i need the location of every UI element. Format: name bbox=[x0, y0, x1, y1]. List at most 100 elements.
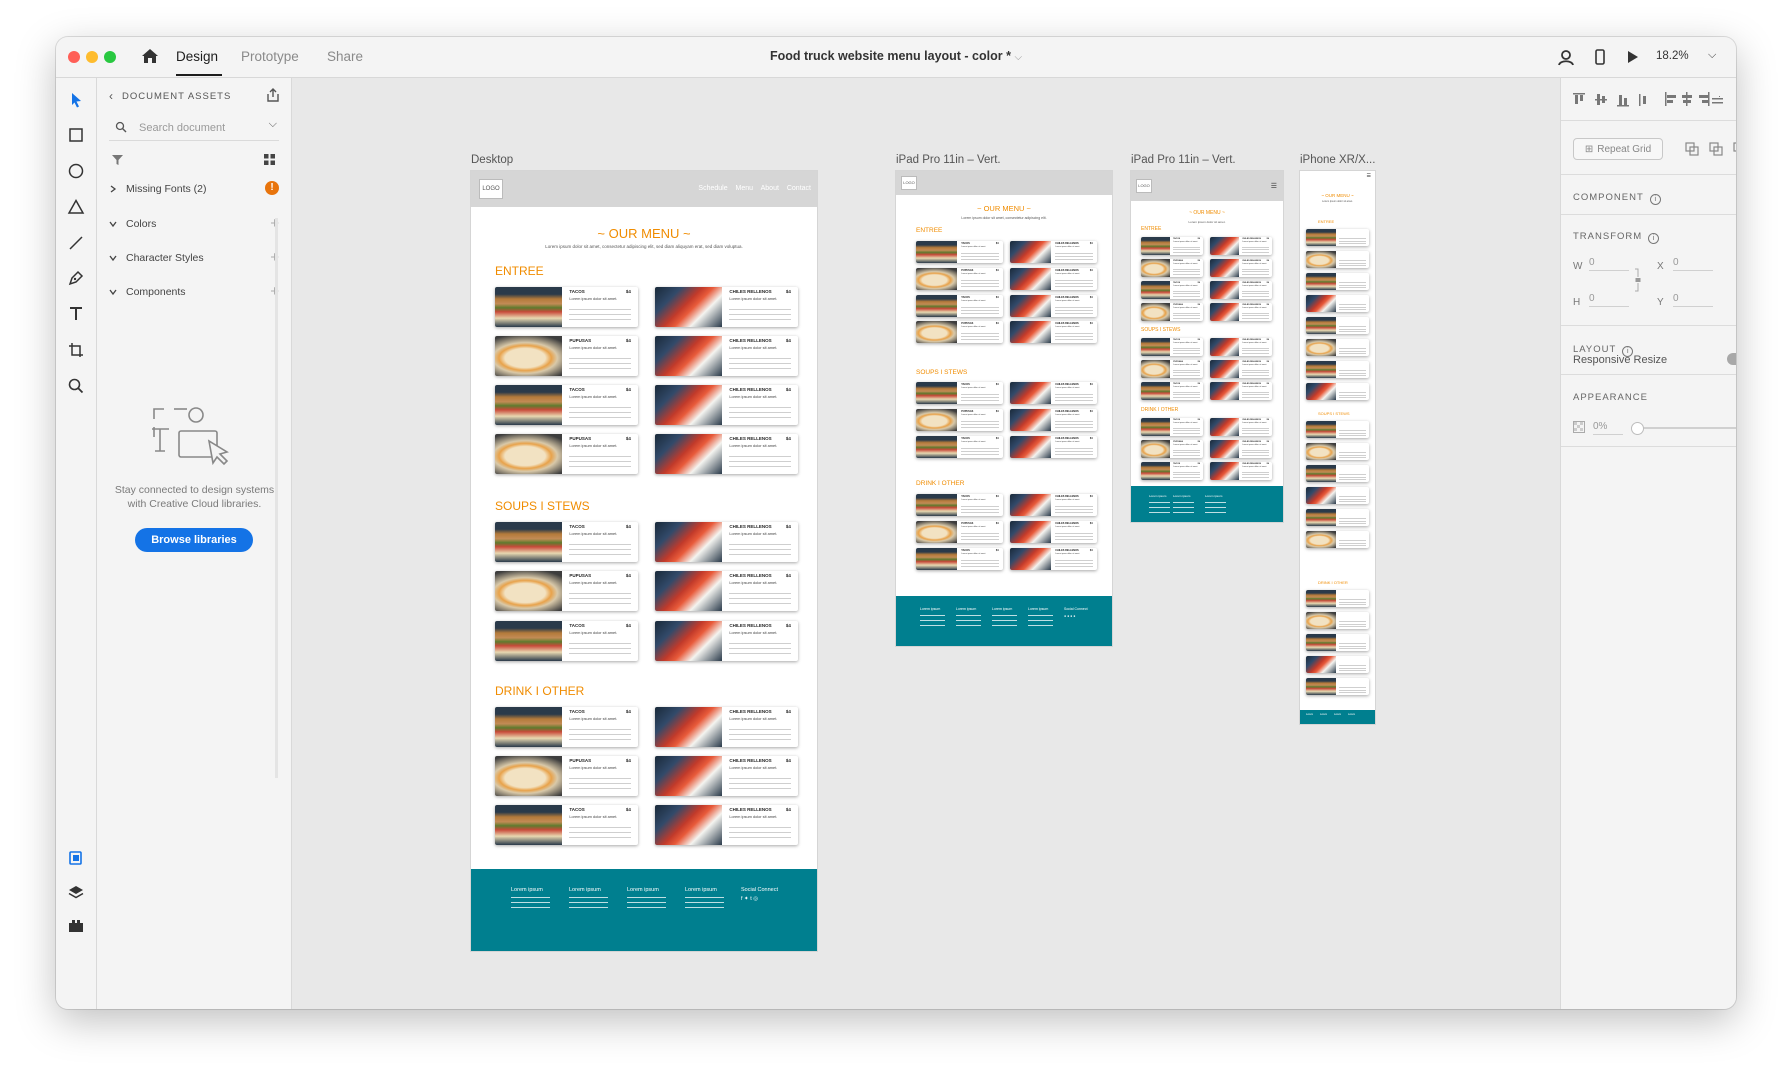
height-field[interactable]: 0 bbox=[1589, 293, 1629, 307]
missing-fonts-row[interactable]: Missing Fonts (2) ! bbox=[109, 181, 279, 199]
menu-item-card[interactable]: TACOS $4 Lorem ipsum dolor sit amet. bbox=[1141, 237, 1203, 255]
browse-libraries-button[interactable]: Browse libraries bbox=[135, 528, 253, 552]
polygon-tool-icon[interactable] bbox=[66, 197, 86, 217]
menu-item-card[interactable] bbox=[1306, 487, 1369, 504]
menu-item-card[interactable]: CHILES RELLENOS $4 Lorem ipsum dolor sit a… bbox=[1210, 462, 1272, 480]
opacity-field[interactable]: 0% bbox=[1593, 421, 1623, 435]
menu-item-card[interactable]: CHILES RELLENOS $4 Lorem ipsum dolor sit a… bbox=[655, 522, 798, 562]
menu-item-card[interactable]: CHILES RELLENOS $4 Lorem ipsum dolor sit a… bbox=[655, 707, 798, 747]
menu-item-card[interactable]: TACOS $4 Lorem ipsum dolor sit amet. bbox=[495, 621, 638, 661]
rectangle-tool-icon[interactable] bbox=[66, 125, 86, 145]
pen-tool-icon[interactable] bbox=[66, 268, 86, 288]
opacity-slider-knob[interactable] bbox=[1631, 422, 1644, 435]
menu-item-card[interactable]: PUPUSAS $4 Lorem ipsum dolor sit amet. bbox=[1141, 259, 1203, 277]
x-field[interactable]: 0 bbox=[1673, 257, 1713, 271]
menu-item-card[interactable] bbox=[1306, 443, 1369, 460]
menu-item-card[interactable]: CHILES RELLENOS $4 Lorem ipsum dolor sit a… bbox=[1210, 382, 1272, 400]
select-tool-icon[interactable] bbox=[66, 90, 86, 110]
zoom-chevron-icon[interactable]: ⌵ bbox=[1708, 49, 1716, 62]
document-title[interactable]: Food truck website menu layout - color *… bbox=[756, 49, 1036, 63]
artboard-label[interactable]: iPad Pro 11in – Vert. bbox=[1131, 154, 1236, 166]
menu-item-card[interactable] bbox=[1306, 634, 1369, 651]
y-field[interactable]: 0 bbox=[1673, 293, 1713, 307]
menu-item-card[interactable] bbox=[1306, 612, 1369, 629]
lock-aspect-icon[interactable] bbox=[1634, 268, 1642, 292]
menu-item-card[interactable]: TACOS $4 Lorem ipsum dolor sit amet. bbox=[916, 436, 1003, 458]
menu-item-card[interactable]: CHILES RELLENOS $4 Lorem ipsum dolor sit a… bbox=[1010, 295, 1097, 317]
menu-item-card[interactable]: CHILES RELLENOS $4 Lorem ipsum dolor sit a… bbox=[655, 805, 798, 845]
mobile-preview-icon[interactable] bbox=[1590, 47, 1610, 67]
menu-item-card[interactable] bbox=[1306, 339, 1369, 356]
menu-item-card[interactable]: CHILES RELLENOS $4 Lorem ipsum dolor sit a… bbox=[655, 571, 798, 611]
menu-item-card[interactable]: CHILES RELLENOS $4 Lorem ipsum dolor sit a… bbox=[1010, 382, 1097, 404]
menu-item-card[interactable]: CHILES RELLENOS $4 Lorem ipsum dolor sit a… bbox=[1010, 268, 1097, 290]
menu-item-card[interactable]: CHILES RELLENOS $4 Lorem ipsum dolor sit a… bbox=[1010, 521, 1097, 543]
grid-view-icon[interactable] bbox=[263, 153, 276, 166]
user-icon[interactable] bbox=[1556, 47, 1576, 67]
assets-panel-icon[interactable] bbox=[66, 848, 86, 868]
zoom-level[interactable]: 18.2% bbox=[1656, 50, 1689, 62]
menu-item-card[interactable]: CHILES RELLENOS $4 Lorem ipsum dolor sit a… bbox=[1010, 494, 1097, 516]
menu-item-card[interactable]: TACOS $4 Lorem ipsum dolor sit amet. bbox=[495, 287, 638, 327]
menu-item-card[interactable]: PUPUSAS $4 Lorem ipsum dolor sit amet. bbox=[495, 571, 638, 611]
menu-item-card[interactable] bbox=[1306, 361, 1369, 378]
search-input[interactable] bbox=[139, 120, 249, 136]
design-canvas[interactable]: Desktop LOGO Schedule Menu About Contact ~ … bbox=[292, 78, 1559, 1009]
back-chevron-icon[interactable]: ‹ bbox=[109, 89, 113, 103]
artboard-label[interactable]: iPad Pro 11in – Vert. bbox=[896, 154, 1001, 166]
info-icon[interactable]: i bbox=[1649, 194, 1661, 205]
boolean-operations-icon[interactable] bbox=[1685, 141, 1736, 157]
plugins-icon[interactable] bbox=[66, 916, 86, 936]
menu-item-card[interactable] bbox=[1306, 229, 1369, 246]
menu-item-card[interactable]: PUPUSAS $4 Lorem ipsum dolor sit amet. bbox=[1141, 303, 1203, 321]
menu-item-card[interactable]: CHILES RELLENOS $4 Lorem ipsum dolor sit a… bbox=[655, 621, 798, 661]
layers-icon[interactable] bbox=[66, 883, 86, 903]
menu-item-card[interactable]: CHILES RELLENOS $4 Lorem ipsum dolor sit a… bbox=[1210, 259, 1272, 277]
menu-item-card[interactable] bbox=[1306, 273, 1369, 290]
menu-item-card[interactable]: CHILES RELLENOS $4 Lorem ipsum dolor sit a… bbox=[655, 336, 798, 376]
artboard-label[interactable]: Desktop bbox=[471, 154, 513, 166]
components-section[interactable]: Components + bbox=[109, 283, 279, 302]
zoom-tool-icon[interactable] bbox=[66, 376, 86, 396]
responsive-resize-toggle[interactable] bbox=[1727, 353, 1736, 365]
menu-item-card[interactable]: TACOS $4 Lorem ipsum dolor sit amet. bbox=[916, 295, 1003, 317]
play-icon[interactable] bbox=[1622, 47, 1642, 67]
artboard-1[interactable]: LOGO Schedule Menu About Contact ~ OUR MEN… bbox=[471, 171, 817, 951]
artboard-3[interactable]: LOGO ☰ ~ OUR MENU ~ Lorem ipsum dolor sit a… bbox=[1131, 171, 1283, 522]
menu-item-card[interactable]: PUPUSAS $4 Lorem ipsum dolor sit amet. bbox=[916, 321, 1003, 343]
menu-item-card[interactable]: TACOS $4 Lorem ipsum dolor sit amet. bbox=[916, 241, 1003, 263]
artboard-tool-icon[interactable] bbox=[66, 340, 86, 360]
menu-item-card[interactable]: TACOS $4 Lorem ipsum dolor sit amet. bbox=[495, 805, 638, 845]
share-icon[interactable] bbox=[265, 87, 281, 103]
menu-item-card[interactable]: CHILES RELLENOS $4 Lorem ipsum dolor sit a… bbox=[1210, 440, 1272, 458]
menu-item-card[interactable]: CHILES RELLENOS $4 Lorem ipsum dolor sit a… bbox=[1010, 436, 1097, 458]
zoom-window-button[interactable] bbox=[104, 51, 116, 63]
menu-item-card[interactable]: TACOS $4 Lorem ipsum dolor sit amet. bbox=[916, 382, 1003, 404]
menu-item-card[interactable]: CHILES RELLENOS $4 Lorem ipsum dolor sit a… bbox=[1210, 303, 1272, 321]
menu-item-card[interactable]: CHILES RELLENOS $4 Lorem ipsum dolor sit a… bbox=[1010, 409, 1097, 431]
menu-item-card[interactable] bbox=[1306, 465, 1369, 482]
menu-item-card[interactable]: PUPUSAS $4 Lorem ipsum dolor sit amet. bbox=[916, 268, 1003, 290]
colors-section[interactable]: Colors + bbox=[109, 215, 279, 234]
menu-item-card[interactable]: CHILES RELLENOS $4 Lorem ipsum dolor sit a… bbox=[1210, 237, 1272, 255]
artboard-label[interactable]: iPhone XR/X... bbox=[1300, 154, 1375, 166]
menu-item-card[interactable] bbox=[1306, 531, 1369, 548]
width-field[interactable]: 0 bbox=[1589, 257, 1629, 271]
menu-item-card[interactable] bbox=[1306, 678, 1369, 695]
menu-item-card[interactable] bbox=[1306, 295, 1369, 312]
ellipse-tool-icon[interactable] bbox=[66, 161, 86, 181]
menu-item-card[interactable]: PUPUSAS $4 Lorem ipsum dolor sit amet. bbox=[495, 756, 638, 796]
align-tools-icon[interactable] bbox=[1573, 92, 1723, 108]
filter-icon[interactable] bbox=[111, 153, 124, 166]
artboard-2[interactable]: LOGO ~ OUR MENU ~ Lorem ipsum dolor sit am… bbox=[896, 171, 1112, 646]
menu-item-card[interactable] bbox=[1306, 590, 1369, 607]
menu-item-card[interactable]: CHILES RELLENOS $4 Lorem ipsum dolor sit a… bbox=[1210, 418, 1272, 436]
artboard-4[interactable]: ☰ ~ OUR MENU ~ Lorem ipsum dolor sit amet.… bbox=[1300, 171, 1375, 724]
menu-item-card[interactable] bbox=[1306, 317, 1369, 334]
menu-item-card[interactable]: TACOS $4 Lorem ipsum dolor sit amet. bbox=[495, 385, 638, 425]
menu-item-card[interactable]: TACOS $4 Lorem ipsum dolor sit amet. bbox=[495, 707, 638, 747]
text-tool-icon[interactable] bbox=[66, 304, 86, 324]
menu-item-card[interactable]: CHILES RELLENOS $4 Lorem ipsum dolor sit a… bbox=[1010, 548, 1097, 570]
menu-item-card[interactable]: PUPUSAS $4 Lorem ipsum dolor sit amet. bbox=[916, 521, 1003, 543]
tab-design[interactable]: Design bbox=[176, 49, 218, 64]
